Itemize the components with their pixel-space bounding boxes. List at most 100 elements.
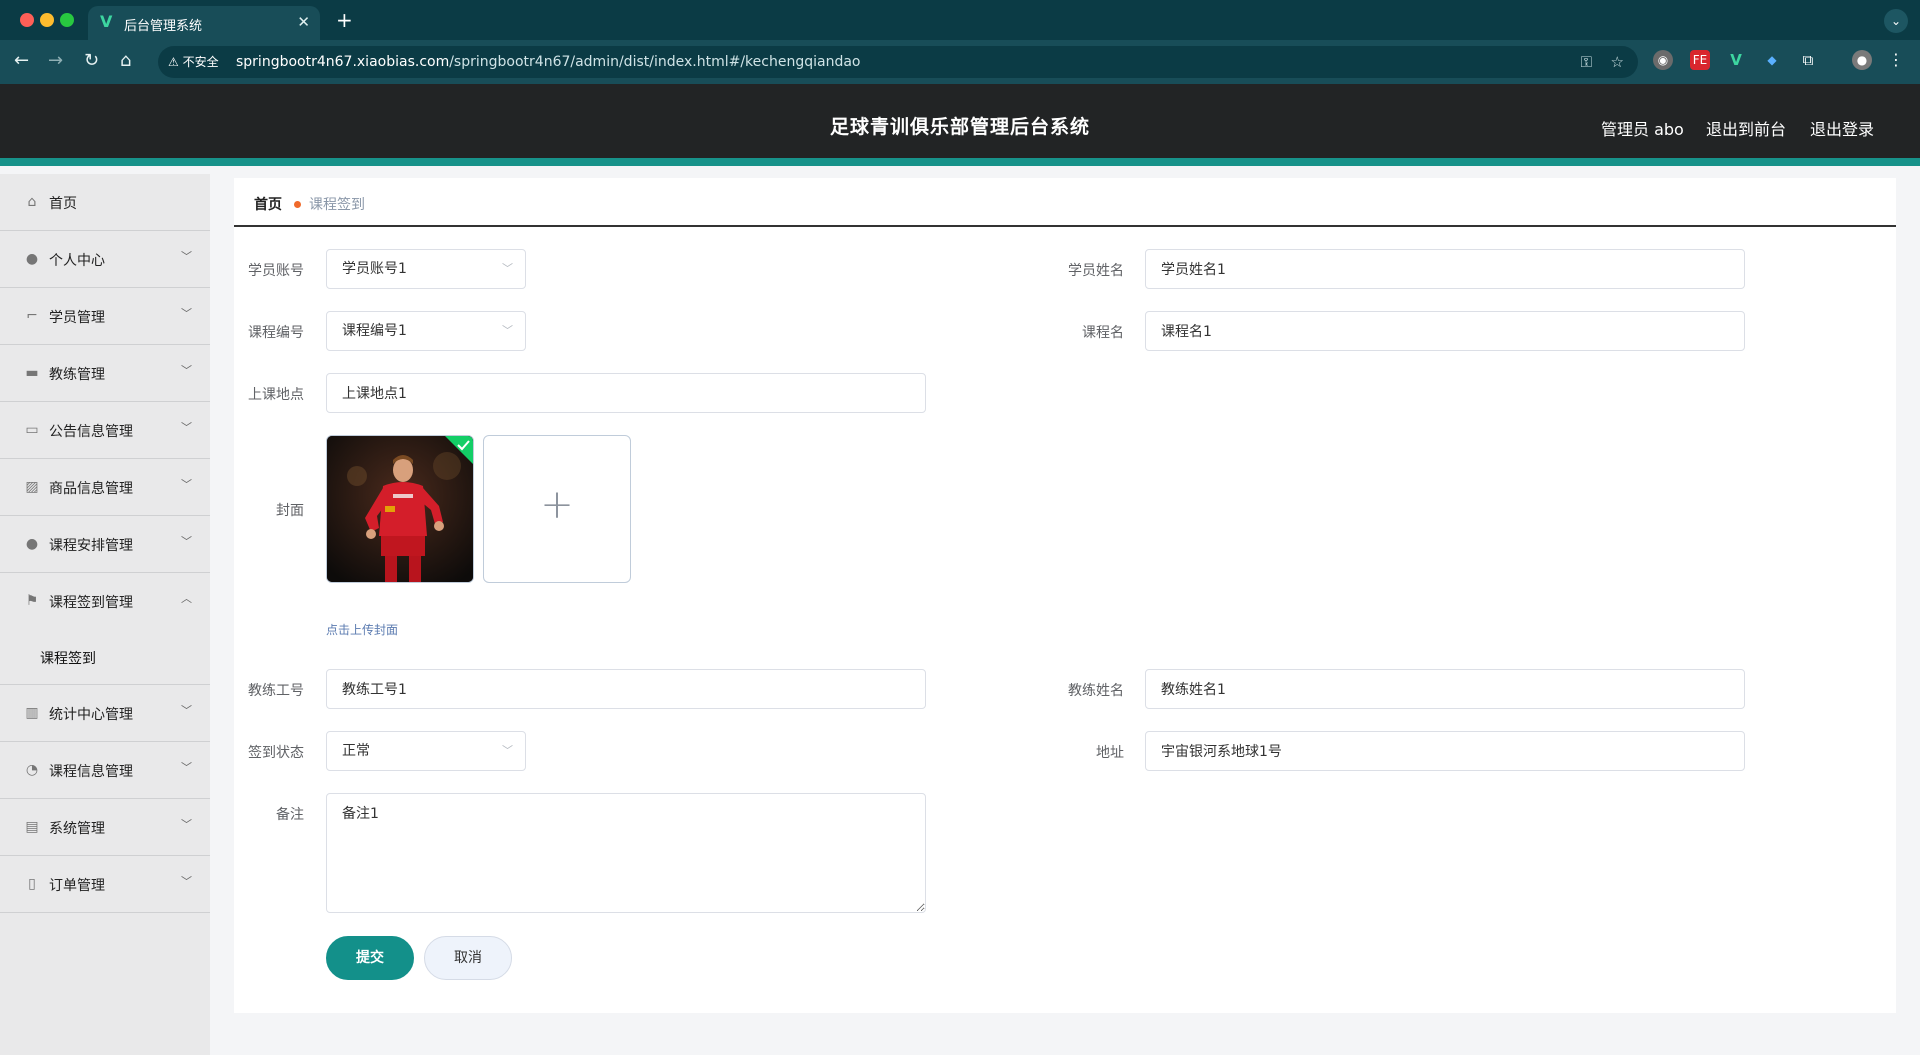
sidebar-item-orders[interactable]: ▯ 订单管理 ﹀ (0, 856, 210, 913)
chart-icon: ▨ (25, 479, 39, 495)
cancel-button[interactable]: 取消 (424, 936, 512, 980)
clipboard-icon: ▤ (25, 819, 39, 835)
course-name-label: 课程名 (1082, 325, 1124, 341)
sidebar-item-course-info[interactable]: ◔ 课程信息管理 ﹀ (0, 742, 210, 799)
extension-vue-icon[interactable]: V (1726, 50, 1746, 70)
submit-button[interactable]: 提交 (326, 936, 414, 980)
course-no-label: 课程编号 (248, 325, 304, 341)
sidebar-item-announcements[interactable]: ▭ 公告信息管理 ﹀ (0, 402, 210, 459)
forward-icon[interactable]: → (48, 51, 63, 71)
close-window-button[interactable] (20, 13, 34, 27)
checkin-status-select[interactable]: 正常 ﹀ (326, 731, 526, 771)
insecure-badge[interactable]: ⚠ 不安全 (168, 53, 219, 70)
plus-icon: + (540, 482, 574, 528)
browser-tab-bar: V 后台管理系统 ✕ + ⌄ (0, 0, 1920, 40)
extensions-puzzle-icon[interactable]: ⧉ (1798, 50, 1818, 70)
sidebar-item-coaches[interactable]: ▬ 教练管理 ﹀ (0, 345, 210, 402)
address-label: 地址 (1096, 745, 1124, 761)
breadcrumb: 首页 课程签到 (234, 178, 1896, 227)
chevron-down-icon: ﹀ (181, 307, 192, 320)
url-field[interactable]: ⚠ 不安全 springbootr4n67.xiaobias.com/sprin… (158, 46, 1638, 78)
sidebar-subitem-course-checkin[interactable]: 课程签到 (0, 630, 210, 685)
sidebar-item-system[interactable]: ▤ 系统管理 ﹀ (0, 799, 210, 856)
cover-upload-tip: 点击上传封面 (326, 623, 399, 637)
crop-icon: ⌐ (26, 308, 38, 324)
chevron-down-icon: ﹀ (181, 364, 192, 377)
dashboard-icon: ◔ (25, 762, 39, 778)
bar-chart-icon: ▥ (25, 705, 39, 721)
breadcrumb-home[interactable]: 首页 (254, 194, 282, 214)
chevron-down-icon: ﹀ (502, 744, 513, 757)
checkin-status-label: 签到状态 (248, 745, 304, 761)
maximize-window-button[interactable] (60, 13, 74, 27)
reload-icon[interactable]: ↻ (84, 51, 99, 71)
remark-textarea[interactable]: 备注1 (326, 793, 926, 913)
breadcrumb-separator (294, 201, 301, 208)
extension-fe-icon[interactable]: FE (1690, 50, 1710, 70)
coach-name-input[interactable] (1145, 669, 1745, 709)
user-icon: ● (25, 536, 39, 552)
chevron-down-icon: ﹀ (181, 535, 192, 548)
student-name-input[interactable] (1145, 249, 1745, 289)
back-icon[interactable]: ← (14, 51, 29, 71)
cover-image-thumbnail[interactable] (326, 435, 474, 583)
course-no-select[interactable]: 课程编号1 ﹀ (326, 311, 526, 351)
location-label: 上课地点 (248, 387, 304, 403)
browser-tab[interactable]: V 后台管理系统 ✕ (88, 6, 320, 40)
coach-id-input[interactable] (326, 669, 926, 709)
student-account-label: 学员账号 (248, 263, 304, 279)
chevron-down-icon: ﹀ (181, 421, 192, 434)
chevron-down-icon: ﹀ (181, 875, 192, 888)
exit-to-front-link[interactable]: 退出到前台 (1706, 116, 1786, 140)
tab-close-icon[interactable]: ✕ (297, 13, 310, 31)
cover-upload-button[interactable]: + (483, 435, 631, 583)
extension-avatar-icon[interactable]: ◉ (1653, 50, 1673, 70)
chevron-down-icon: ﹀ (181, 478, 192, 491)
flag-icon: ⚑ (25, 593, 39, 609)
sidebar: ⌂ 首页 ● 个人中心 ﹀ ⌐ 学员管理 ﹀ ▬ 教练管理 ﹀ ▭ 公告信息管理… (0, 174, 210, 1055)
breadcrumb-current: 课程签到 (309, 197, 365, 213)
current-user-label: 管理员 abo (1601, 120, 1684, 139)
sidebar-item-statistics[interactable]: ▥ 统计中心管理 ﹀ (0, 685, 210, 742)
sidebar-item-course-checkin[interactable]: ⚑ 课程签到管理 ︿ (0, 573, 210, 630)
cover-label: 封面 (276, 503, 304, 519)
address-input[interactable] (1145, 731, 1745, 771)
chevron-up-icon: ︿ (181, 592, 192, 605)
chevron-down-icon: ﹀ (181, 761, 192, 774)
extension-pin-icon[interactable]: ◆ (1762, 50, 1782, 70)
chevron-down-icon: ﹀ (502, 262, 513, 275)
user-icon: ● (25, 251, 39, 267)
chevron-down-icon: ﹀ (181, 250, 192, 263)
id-card-icon: ▭ (25, 422, 39, 438)
profile-avatar-icon[interactable]: ● (1852, 50, 1872, 70)
briefcase-icon: ▬ (25, 365, 39, 381)
minimize-window-button[interactable] (40, 13, 54, 27)
course-name-input[interactable] (1145, 311, 1745, 351)
football-player-image (327, 436, 473, 582)
home-icon: ⌂ (27, 194, 37, 210)
browser-menu-icon[interactable]: ⋮ (1886, 50, 1906, 70)
bookmark-star-icon[interactable]: ☆ (1611, 53, 1624, 71)
sidebar-item-course-schedule[interactable]: ● 课程安排管理 ﹀ (0, 516, 210, 573)
chevron-down-icon: ﹀ (181, 704, 192, 717)
chevron-down-icon: ﹀ (502, 324, 513, 337)
sidebar-item-personal-center[interactable]: ● 个人中心 ﹀ (0, 231, 210, 288)
microphone-icon: ▯ (28, 876, 36, 892)
sidebar-item-home[interactable]: ⌂ 首页 (0, 174, 210, 231)
remark-label: 备注 (276, 807, 304, 823)
chevron-down-icon: ﹀ (181, 818, 192, 831)
main-content: 首页 课程签到 学员账号 学员账号1 ﹀ 学员姓名 课程编号 课程编号1 ﹀ 课… (234, 178, 1896, 1013)
location-input[interactable] (326, 373, 926, 413)
student-account-select[interactable]: 学员账号1 ﹀ (326, 249, 526, 289)
sidebar-item-students[interactable]: ⌐ 学员管理 ﹀ (0, 288, 210, 345)
coach-name-label: 教练姓名 (1068, 683, 1124, 699)
url-text: springbootr4n67.xiaobias.com/springbootr… (236, 54, 861, 70)
sidebar-item-products[interactable]: ▨ 商品信息管理 ﹀ (0, 459, 210, 516)
logout-link[interactable]: 退出登录 (1810, 116, 1874, 140)
vue-favicon-icon: V (100, 12, 113, 31)
home-icon[interactable]: ⌂ (120, 51, 131, 71)
tab-search-icon[interactable]: ⌄ (1884, 9, 1908, 33)
password-key-icon[interactable]: ⚿ (1581, 53, 1592, 71)
student-name-label: 学员姓名 (1068, 263, 1124, 279)
new-tab-icon[interactable]: + (336, 8, 353, 32)
